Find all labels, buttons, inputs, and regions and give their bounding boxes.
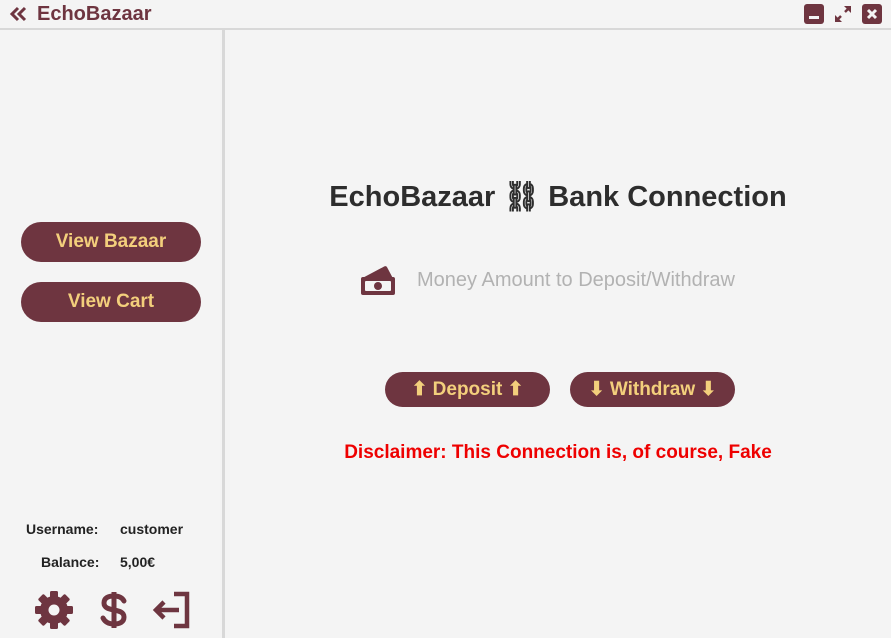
sidebar: View Bazaar View Cart Username: customer…: [0, 30, 225, 638]
username-value: customer: [120, 521, 184, 537]
minimize-button[interactable]: [804, 4, 824, 24]
maximize-icon: [835, 6, 851, 22]
minimize-icon: [809, 16, 819, 19]
logout-icon[interactable]: [152, 590, 192, 635]
withdraw-button[interactable]: ⬇ Withdraw ⬇: [570, 372, 735, 407]
disclaimer-text: Disclaimer: This Connection is, of cours…: [344, 442, 772, 463]
close-button[interactable]: [862, 4, 882, 24]
view-cart-button[interactable]: View Cart: [21, 282, 201, 322]
view-bazaar-button[interactable]: View Bazaar: [21, 222, 201, 262]
maximize-button[interactable]: [833, 4, 853, 24]
amount-input[interactable]: [410, 265, 770, 295]
balance-value: 5,00€: [120, 554, 156, 570]
balance-label: Balance:: [41, 554, 100, 570]
app-title: EchoBazaar: [37, 3, 152, 25]
title-bar: EchoBazaar: [0, 0, 891, 30]
money-bill-icon: [359, 263, 397, 302]
deposit-button[interactable]: ⬆ Deposit ⬆: [385, 372, 550, 407]
close-icon: [866, 8, 878, 20]
chevron-double-left-icon[interactable]: [9, 6, 27, 22]
username-label: Username:: [26, 521, 99, 537]
page-title: EchoBazaar ⛓ Bank Connection: [329, 181, 787, 213]
dollar-icon[interactable]: [97, 590, 131, 635]
gear-icon[interactable]: [34, 590, 74, 635]
